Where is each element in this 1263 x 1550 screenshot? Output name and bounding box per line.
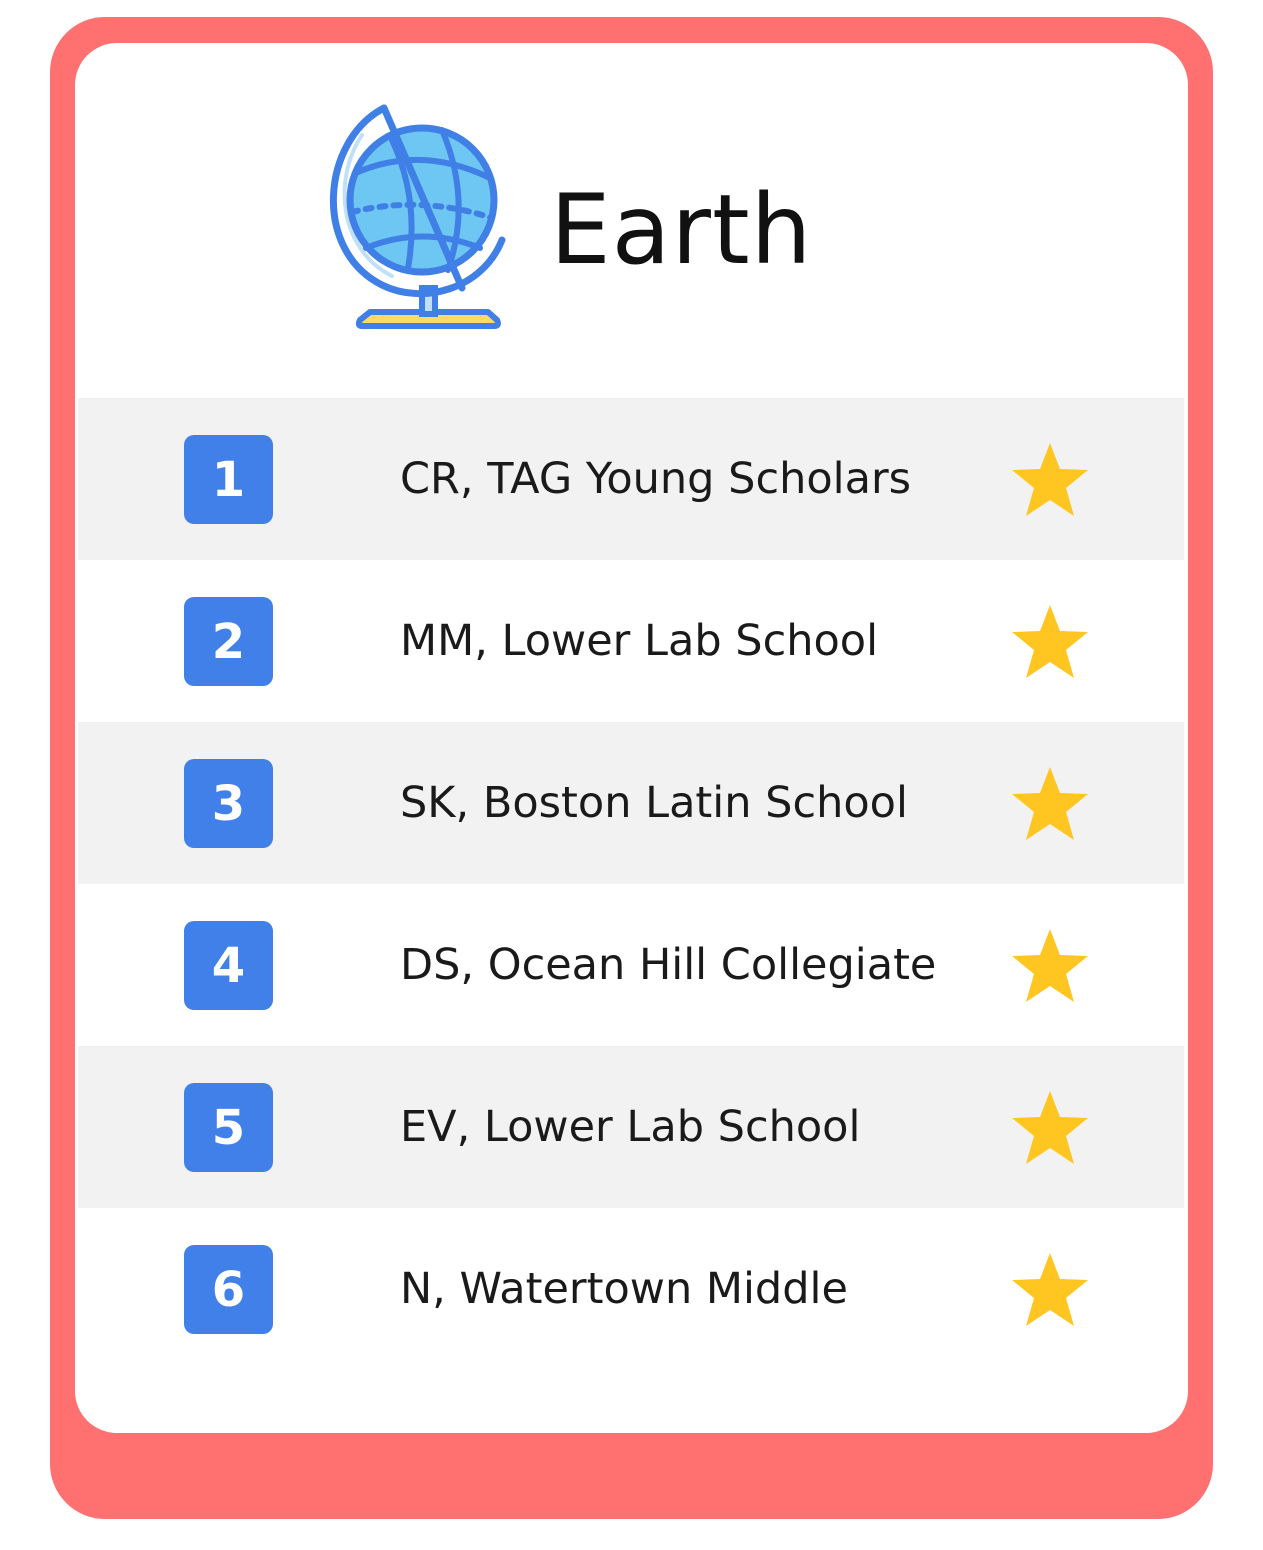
rank-badge: 2	[184, 597, 273, 686]
rank-badge: 5	[184, 1083, 273, 1172]
rank-badge: 1	[184, 435, 273, 524]
star-icon	[1012, 1091, 1088, 1164]
list-item: 6 N, Watertown Middle	[78, 1208, 1184, 1370]
star-icon	[1012, 767, 1088, 840]
rank-badge: 4	[184, 921, 273, 1010]
list-item: 5 EV, Lower Lab School	[78, 1046, 1184, 1208]
entry-name: EV, Lower Lab School	[400, 1102, 861, 1152]
entry-name: MM, Lower Lab School	[400, 616, 879, 666]
globe-icon	[329, 104, 506, 329]
entry-name: N, Watertown Middle	[400, 1264, 848, 1314]
star-icon	[1012, 605, 1088, 678]
list-item: 4 DS, Ocean Hill Collegiate	[78, 884, 1184, 1046]
entry-name: DS, Ocean Hill Collegiate	[400, 940, 937, 990]
rank-badge: 6	[184, 1245, 273, 1334]
star-icon	[1012, 443, 1088, 516]
list-item: 2 MM, Lower Lab School	[78, 560, 1184, 722]
list-item: 1 CR, TAG Young Scholars	[78, 398, 1184, 560]
star-icon	[1012, 929, 1088, 1002]
entry-name: CR, TAG Young Scholars	[400, 454, 912, 504]
list-item: 3 SK, Boston Latin School	[78, 722, 1184, 884]
entry-name: SK, Boston Latin School	[400, 778, 908, 828]
star-icon	[1012, 1253, 1088, 1326]
rank-badge: 3	[184, 759, 273, 848]
page-title: Earth	[550, 174, 813, 286]
